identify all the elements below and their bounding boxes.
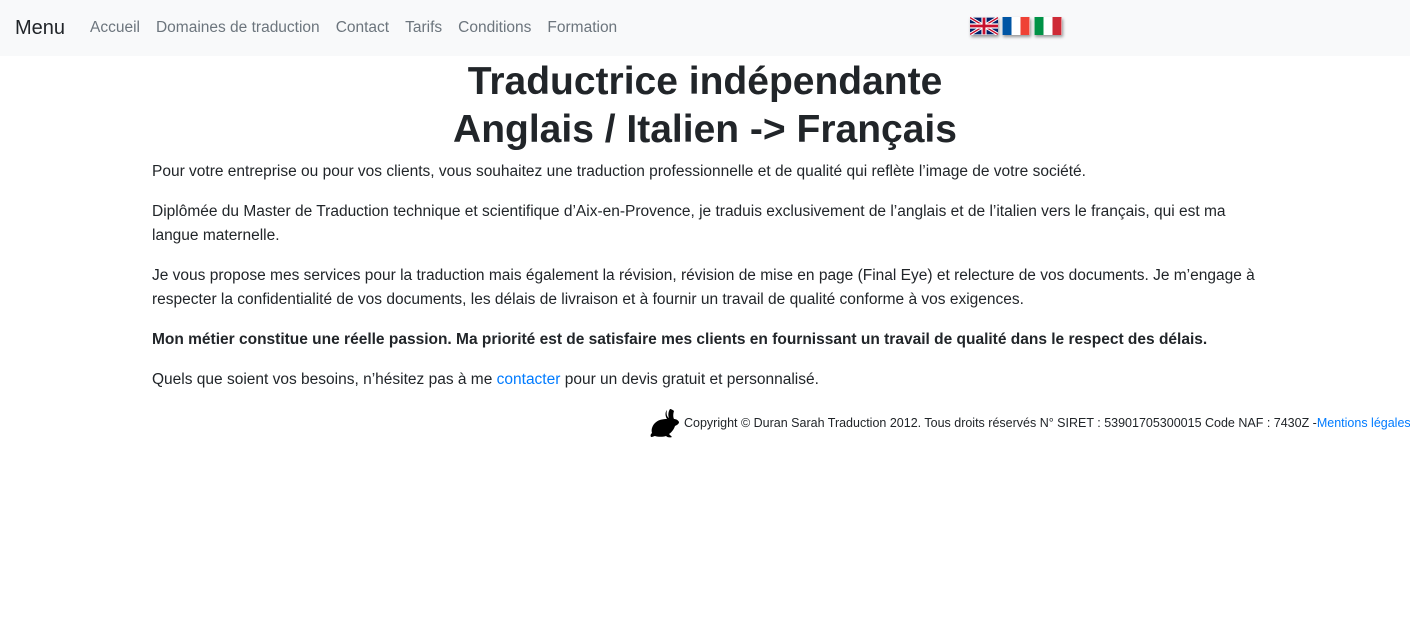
copyright-text: Copyright © Duran Sarah Traduction 2012.… xyxy=(684,416,1317,430)
france-flag-icon[interactable] xyxy=(1002,17,1030,35)
rabbit-icon xyxy=(648,406,682,440)
main-content: Pour votre entreprise ou pour vos client… xyxy=(152,160,1262,408)
diploma-paragraph: Diplômée du Master de Traduction techniq… xyxy=(152,203,1226,244)
services-paragraph: Je vous propose mes services pour la tra… xyxy=(152,267,1255,308)
passion-paragraph: Mon métier constitue une réelle passion.… xyxy=(152,328,1262,352)
language-flags xyxy=(970,17,1062,35)
nav-link-accueil[interactable]: Accueil xyxy=(90,18,140,38)
nav-link-conditions[interactable]: Conditions xyxy=(458,18,531,38)
page-title: Traductrice indépendante Anglais / Itali… xyxy=(0,58,1410,154)
contact-link[interactable]: contacter xyxy=(497,371,561,388)
contact-text-after: pour un devis gratuit et personnalisé. xyxy=(560,371,819,388)
intro-paragraph: Pour votre entreprise ou pour vos client… xyxy=(152,163,1086,180)
contact-text-before: Quels que soient vos besoins, n’hésitez … xyxy=(152,371,497,388)
nav-link-tarifs[interactable]: Tarifs xyxy=(405,18,442,38)
navbar: Menu Accueil Domaines de traduction Cont… xyxy=(0,0,1410,56)
italy-flag-icon[interactable] xyxy=(1034,17,1062,35)
uk-flag-icon[interactable] xyxy=(970,17,998,35)
nav-links: Accueil Domaines de traduction Contact T… xyxy=(90,18,633,38)
nav-link-contact[interactable]: Contact xyxy=(336,18,389,38)
nav-link-domaines[interactable]: Domaines de traduction xyxy=(156,18,320,38)
passion-text: Mon métier constitue une réelle passion.… xyxy=(152,331,1208,348)
navbar-brand[interactable]: Menu xyxy=(15,16,65,40)
title-line-2: Anglais / Italien -> Français xyxy=(453,108,957,151)
legal-mentions-link[interactable]: Mentions légales xyxy=(1317,416,1410,430)
title-line-1: Traductrice indépendante xyxy=(467,60,943,103)
contact-paragraph: Quels que soient vos besoins, n’hésitez … xyxy=(152,368,1262,392)
footer: Copyright © Duran Sarah Traduction 2012.… xyxy=(648,406,1410,440)
nav-link-formation[interactable]: Formation xyxy=(547,18,617,38)
